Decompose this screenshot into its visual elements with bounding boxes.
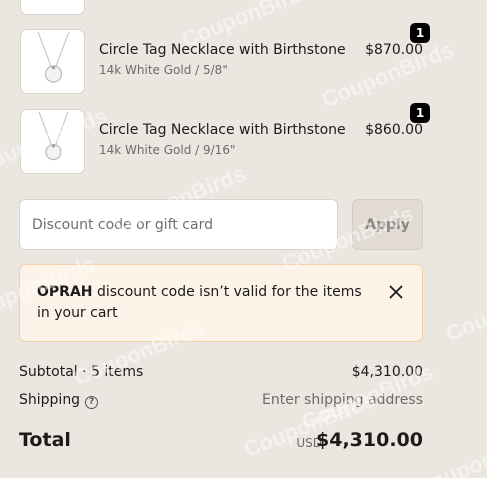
necklace-image: [37, 31, 70, 83]
shipping-row: Shipping? Enter shipping address: [19, 392, 423, 412]
previous-item-thumbnail: [20, 0, 85, 15]
product-thumbnail: [20, 109, 85, 174]
necklace-image: [38, 111, 69, 161]
item-price: $870.00: [365, 42, 423, 58]
item-variant: 14k White Gold / 9/16": [99, 143, 236, 157]
item-price: $860.00: [365, 122, 423, 138]
discount-error-alert: OPRAH discount code isn’t valid for the …: [19, 264, 423, 342]
shipping-label: Shipping: [19, 392, 81, 408]
watermark: CouponBirds: [412, 424, 487, 478]
shipping-label-wrap: Shipping?: [19, 392, 99, 409]
line-item: 1 Circle Tag Necklace with Birthstone 14…: [20, 23, 430, 94]
apply-button[interactable]: Apply: [352, 199, 423, 250]
watermark: CouponBirds: [442, 270, 487, 347]
close-icon[interactable]: [386, 282, 406, 302]
product-thumbnail: [20, 29, 85, 94]
subtotal-label: Subtotal · 5 items: [19, 364, 144, 380]
discount-code-input[interactable]: [19, 199, 338, 250]
item-variant: 14k White Gold / 5/8": [99, 63, 228, 77]
subtotal-value: $4,310.00: [351, 364, 423, 380]
discount-code: OPRAH: [37, 284, 93, 300]
total-label: Total: [19, 429, 71, 451]
item-name: Circle Tag Necklace with Birthstone: [99, 122, 346, 138]
quantity-badge: 1: [410, 103, 430, 123]
quantity-badge: 1: [410, 23, 430, 43]
total-amount: $4,310.00: [316, 429, 423, 451]
shipping-value: Enter shipping address: [262, 392, 423, 408]
item-name: Circle Tag Necklace with Birthstone: [99, 42, 346, 58]
help-icon[interactable]: ?: [85, 396, 99, 409]
line-item: 1 Circle Tag Necklace with Birthstone 14…: [20, 103, 430, 174]
alert-message: OPRAH discount code isn’t valid for the …: [37, 282, 377, 324]
subtotal-row: Subtotal · 5 items $4,310.00: [19, 364, 423, 384]
